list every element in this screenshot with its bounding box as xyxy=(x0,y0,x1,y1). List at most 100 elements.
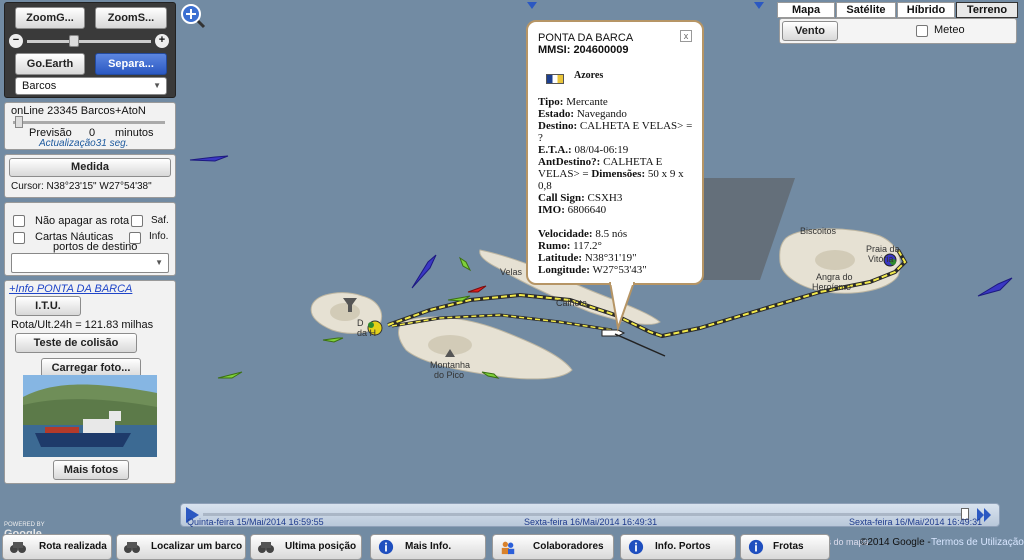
frotas-button[interactable]: Frotas xyxy=(740,534,830,560)
binoculars-icon xyxy=(124,542,140,553)
binoculars-icon xyxy=(10,542,26,553)
popup-destino: Destino: CALHETA E VELAS> = xyxy=(538,120,693,132)
popup-pointer xyxy=(608,282,636,332)
mais-info-label: Mais Info. xyxy=(405,541,452,552)
label-horta-2: da H xyxy=(357,328,377,338)
popup-estado: Estado: Navegando xyxy=(538,108,627,120)
update-text: Actualização31 seg. xyxy=(39,138,129,149)
ultima-posicao-label: Ultima posição xyxy=(285,541,357,552)
keep-route-checkbox[interactable] xyxy=(13,215,25,227)
measure-panel: Medida Cursor: N38°23'15" W27°54'38" xyxy=(4,154,176,198)
info-portos-button[interactable]: Info. Portos xyxy=(620,534,736,560)
info-link[interactable]: +Info PONTA DA BARCA xyxy=(9,283,132,295)
wind-button[interactable]: Vento xyxy=(782,21,838,41)
localizar-barco-button[interactable]: Localizar um barco xyxy=(116,534,246,560)
vessel-type-select[interactable]: Barcos ▼ xyxy=(15,77,167,95)
popup-flag-label: Azores xyxy=(574,70,604,81)
more-photos-button[interactable]: Mais fotos xyxy=(53,460,129,480)
timeline-middle: Sexta-feira 16/Mai/2014 16:49:31 xyxy=(524,517,658,527)
label-vitoria: Vitória xyxy=(868,254,894,264)
timeline-track[interactable] xyxy=(203,513,969,516)
label-horta-1: D xyxy=(357,318,364,328)
popup-dimensoes-2: 0,8 xyxy=(538,180,552,192)
online-status-text: onLine 23345 Barcos+AtoN xyxy=(11,105,146,117)
timeline-bar[interactable]: Quinta-feira 15/Mai/2014 16:59:55 Sexta-… xyxy=(180,503,1000,527)
popup-antdestino-2: VELAS> = Dimensões: 50 x 9 x xyxy=(538,168,684,180)
info-label: Info. xyxy=(149,231,169,242)
online-status-panel: onLine 23345 Barcos+AtoN Previsão 0 minu… xyxy=(4,102,176,150)
info-portos-label: Info. Portos xyxy=(655,541,711,552)
ports-select[interactable]: ▼ xyxy=(11,253,169,273)
label-do-pico: do Pico xyxy=(434,370,465,380)
weather-panel: Vento Meteo xyxy=(779,18,1017,44)
label-heroismo: Heroísmo xyxy=(812,282,852,292)
close-icon[interactable]: x xyxy=(680,30,692,42)
popup-tipo: Tipo: Mercante xyxy=(538,96,608,108)
weather-checkbox[interactable] xyxy=(916,25,928,37)
zoom-earth-button-a[interactable]: ZoomG... xyxy=(15,7,85,29)
colaboradores-button[interactable]: Colaboradores xyxy=(492,534,614,560)
zoom-out-icon[interactable]: − xyxy=(9,34,23,48)
popup-rumo: Rumo: 117.2° xyxy=(538,240,602,252)
label-calheta: Calheta xyxy=(556,298,588,308)
popup-vessel-name: PONTA DA BARCA xyxy=(538,32,634,44)
vessel-info-panel: +Info PONTA DA BARCA I.T.U. Rota/Ult.24h… xyxy=(4,280,176,484)
ultima-posicao-button[interactable]: Ultima posição xyxy=(250,534,362,560)
popup-eta: E.T.A.: 08/04-06:19 xyxy=(538,144,629,156)
nautical-charts-checkbox[interactable] xyxy=(13,232,25,244)
copyright: ©2014 Google - xyxy=(860,537,931,548)
saf-checkbox[interactable] xyxy=(131,215,143,227)
itu-button[interactable]: I.T.U. xyxy=(15,296,81,316)
info-icon xyxy=(748,539,764,555)
label-angra: Angra do xyxy=(816,272,853,282)
people-icon xyxy=(501,541,515,555)
measure-button[interactable]: Medida xyxy=(9,158,171,177)
mais-info-button[interactable]: Mais Info. xyxy=(370,534,486,560)
separate-button[interactable]: Separa... xyxy=(95,53,167,75)
map-type-hibrido[interactable]: Híbrido xyxy=(897,2,955,18)
info-icon xyxy=(378,539,394,555)
options-panel: Não apagar as rota Saf. Cartas Náuticas … xyxy=(4,202,176,276)
popup-longitude: Longitude: W27°53'43" xyxy=(538,264,647,276)
rota-realizada-label: Rota realizada xyxy=(39,541,107,552)
route-info: Rota/Ult.24h = 121.83 milhas xyxy=(11,319,154,331)
vessel-photo[interactable] xyxy=(23,375,157,457)
control-panel-top: ZoomG... ZoomS... − + Go.Earth Separa...… xyxy=(4,2,176,98)
chevron-down-icon: ▼ xyxy=(153,81,161,90)
keep-route-label: Não apagar as rota xyxy=(35,215,130,227)
zoom-in-icon[interactable] xyxy=(180,3,206,29)
binoculars-icon xyxy=(258,542,274,553)
flag-icon xyxy=(546,74,564,84)
google-earth-button[interactable]: Go.Earth xyxy=(15,53,85,75)
chevron-down-icon: ▼ xyxy=(155,258,163,267)
label-praia: Praia da xyxy=(866,244,900,254)
forecast-slider[interactable] xyxy=(13,121,165,124)
popup-imo: IMO: 6806640 xyxy=(538,204,607,216)
label-montanha: Montanha xyxy=(430,360,471,370)
rota-realizada-button[interactable]: Rota realizada xyxy=(2,534,112,560)
timeline-start: Quinta-feira 15/Mai/2014 16:59:55 xyxy=(187,517,324,527)
info-icon xyxy=(628,539,644,555)
terms-link[interactable]: Termos de Utilização xyxy=(931,537,1024,548)
collision-test-button[interactable]: Teste de colisão xyxy=(15,333,137,353)
map-type-mapa[interactable]: Mapa xyxy=(777,2,835,18)
forecast-slider-handle[interactable] xyxy=(15,116,23,128)
frotas-label: Frotas xyxy=(773,541,804,552)
vessel-type-value: Barcos xyxy=(22,80,57,92)
map-type-terreno[interactable]: Terreno xyxy=(956,2,1018,18)
saf-label: Saf. xyxy=(151,215,169,226)
localizar-barco-label: Localizar um barco xyxy=(151,541,243,552)
zoom-slider-handle[interactable] xyxy=(69,35,79,47)
map-type-satelite[interactable]: Satélite xyxy=(836,2,896,18)
zoom-slider[interactable] xyxy=(27,40,151,43)
zoom-in-small-icon[interactable]: + xyxy=(155,34,169,48)
timeline-end: Sexta-feira 16/Mai/2014 16:49:31 xyxy=(849,517,983,527)
pan-arrow-icon[interactable] xyxy=(525,0,539,10)
zoom-earth-button-b[interactable]: ZoomS... xyxy=(95,7,167,29)
label-velas: Velas xyxy=(500,267,523,277)
pan-arrow-icon[interactable] xyxy=(752,0,766,10)
ports-label: portos de destino xyxy=(53,241,138,253)
weather-label: Meteo xyxy=(934,24,965,36)
popup-mmsi: MMSI: 204600009 xyxy=(538,44,629,56)
vessel-info-popup: PONTA DA BARCA MMSI: 204600009 x Azores … xyxy=(526,20,704,285)
